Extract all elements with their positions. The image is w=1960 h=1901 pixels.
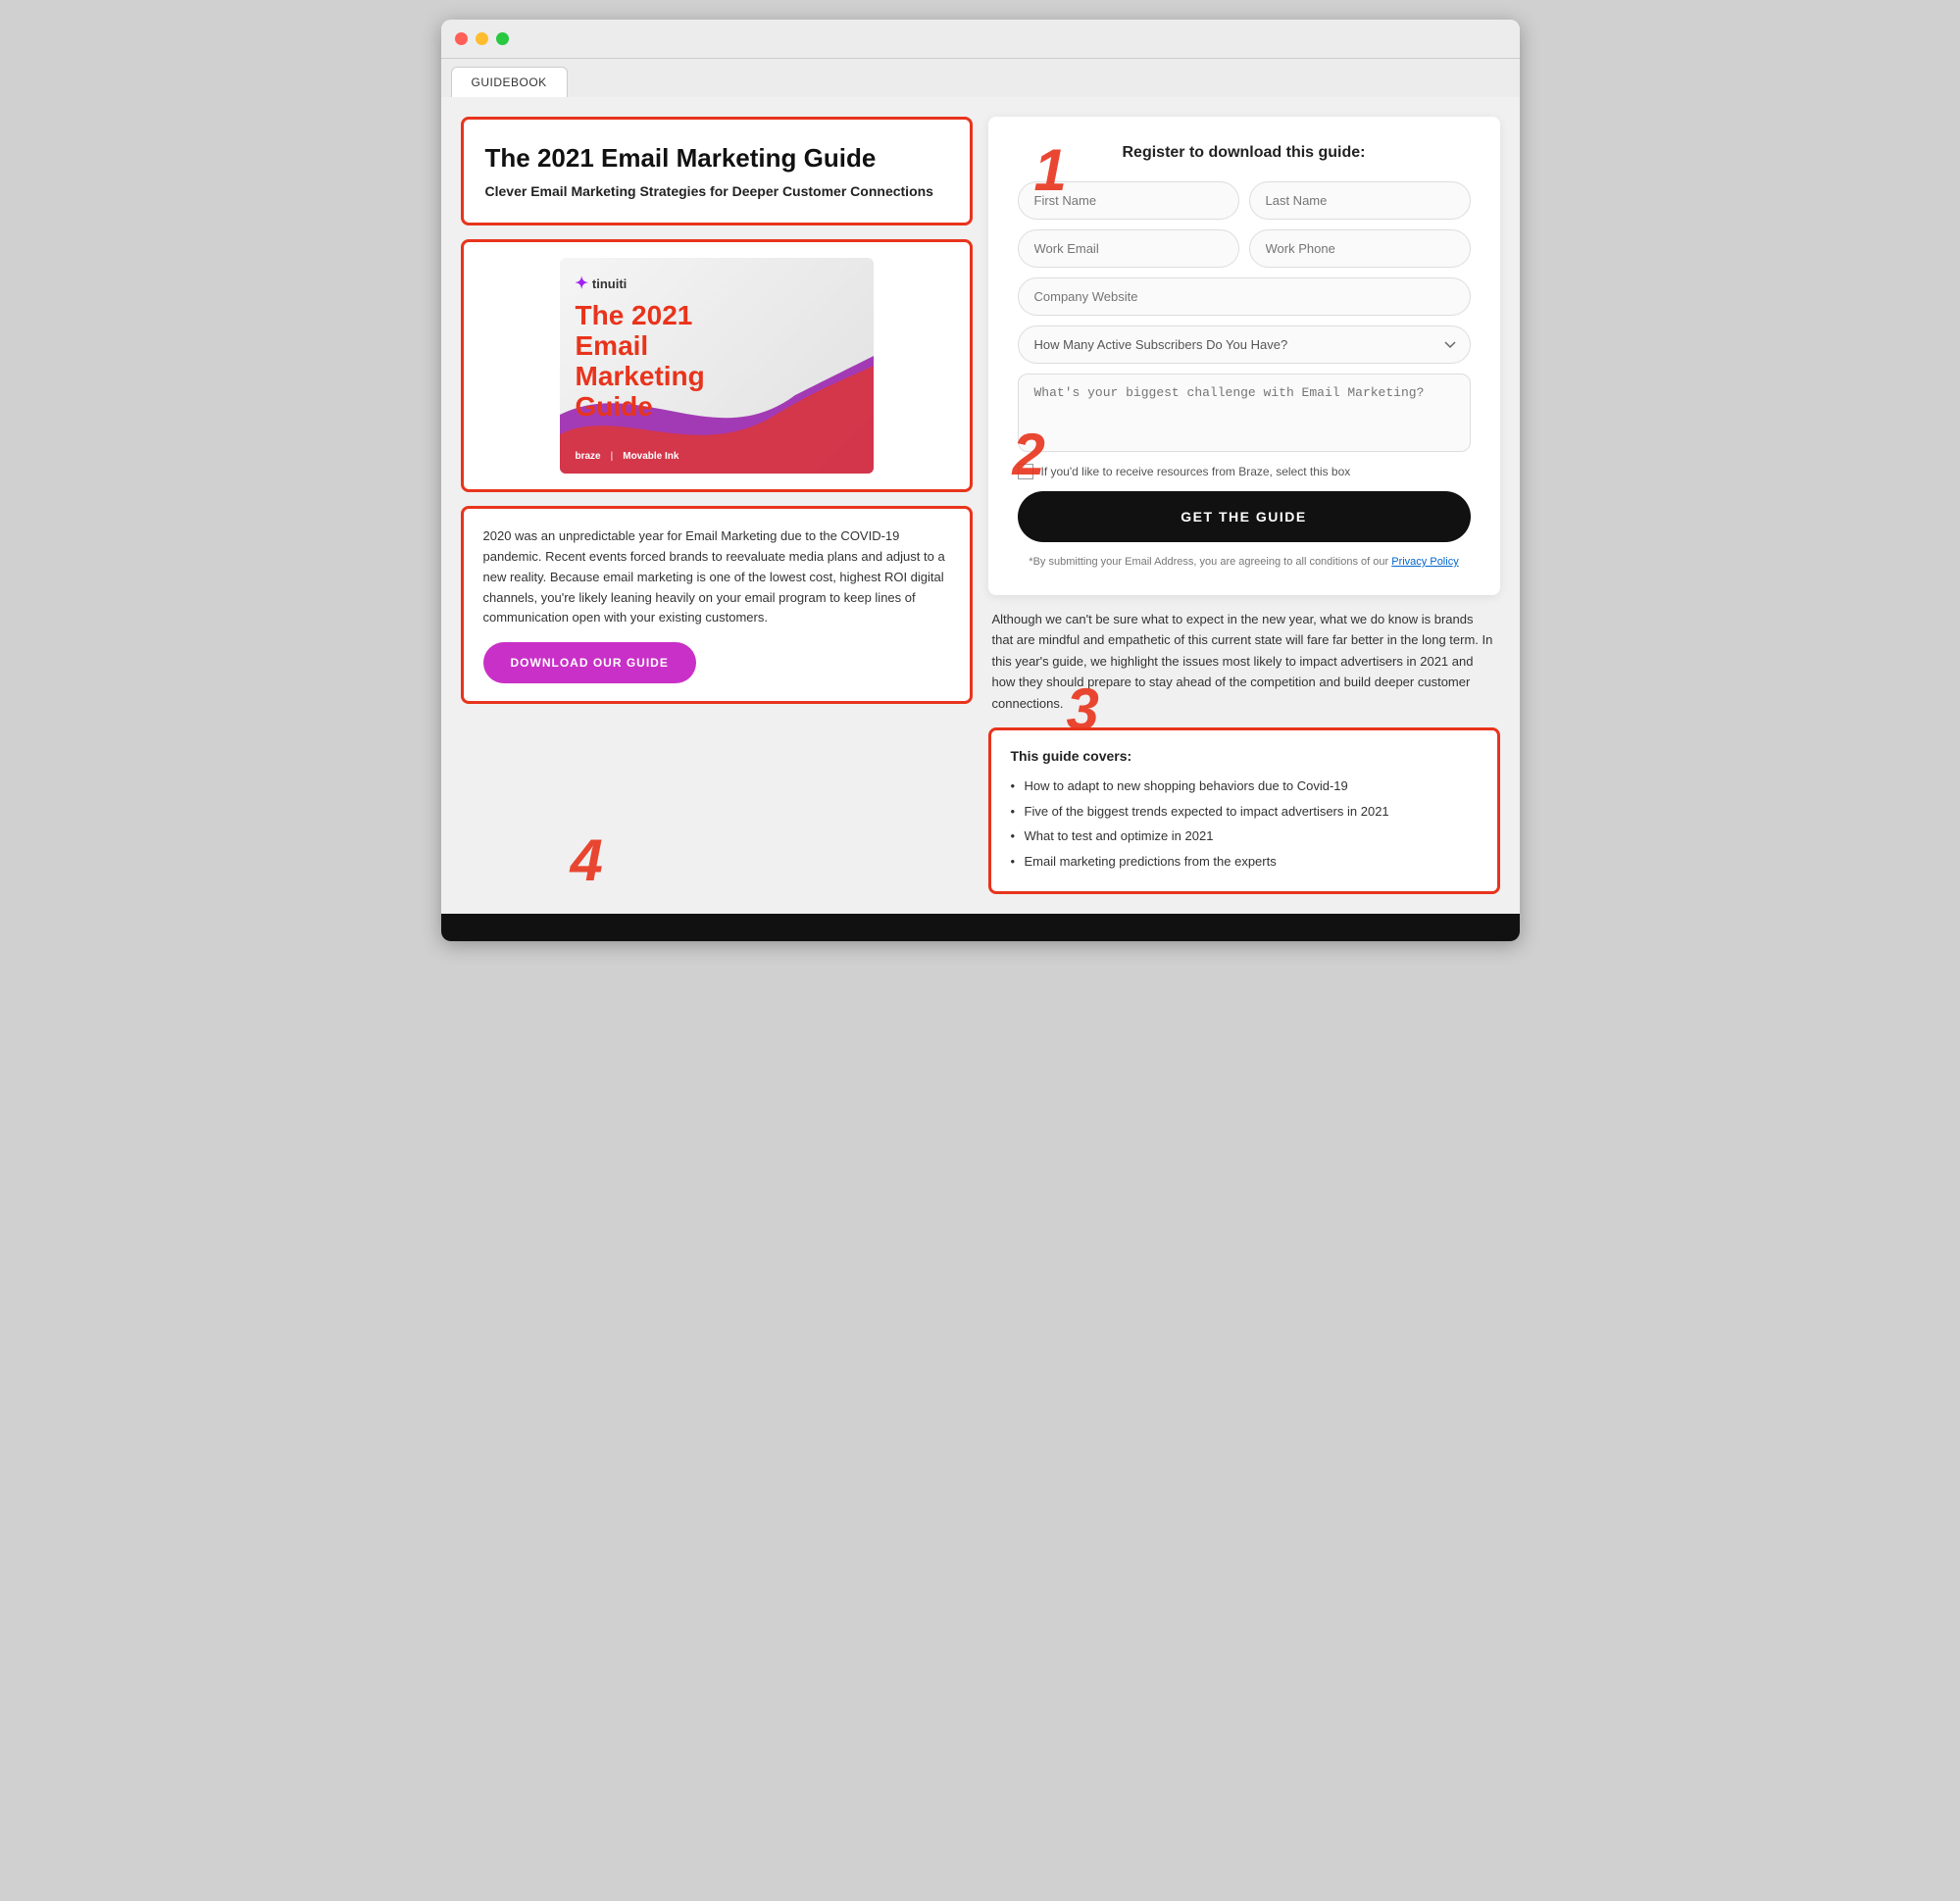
cover-title-line1: The 2021 — [576, 300, 693, 330]
subscribers-select[interactable]: How Many Active Subscribers Do You Have?… — [1018, 325, 1471, 364]
last-name-field — [1249, 181, 1471, 220]
logo-text: tinuiti — [592, 276, 627, 291]
cover-title-line2: Email — [576, 330, 649, 361]
checkbox-row: If you'd like to receive resources from … — [1018, 464, 1471, 479]
challenge-textarea[interactable] — [1018, 374, 1471, 452]
logo-dots: ✦ — [576, 274, 588, 293]
body-text: Although we can't be sure what to expect… — [992, 609, 1496, 714]
browser-window: GUIDEBOOK The 2021 Email Marketing Guide… — [441, 20, 1520, 941]
name-row — [1018, 181, 1471, 220]
company-website-field — [1018, 277, 1471, 316]
work-phone-input[interactable] — [1249, 229, 1471, 268]
braze-resources-checkbox[interactable] — [1018, 464, 1033, 479]
covers-item-2: Five of the biggest trends expected to i… — [1011, 799, 1478, 825]
challenge-field — [1018, 374, 1471, 452]
bottom-bar — [441, 914, 1520, 941]
right-column: Register to download this guide: — [988, 117, 1500, 894]
title-bar — [441, 20, 1520, 59]
cover-brand2: Movable Ink — [623, 451, 678, 462]
left-column: The 2021 Email Marketing Guide Clever Em… — [461, 117, 973, 894]
work-email-input[interactable] — [1018, 229, 1239, 268]
company-website-input[interactable] — [1018, 277, 1471, 316]
guide-title: The 2021 Email Marketing Guide — [485, 143, 948, 174]
tab-bar: GUIDEBOOK — [441, 59, 1520, 97]
cover-footer: braze | Movable Ink — [576, 451, 679, 462]
email-phone-row — [1018, 229, 1471, 268]
work-phone-field — [1249, 229, 1471, 268]
subscribers-row: How Many Active Subscribers Do You Have?… — [1018, 325, 1471, 364]
form-title: Register to download this guide: — [1018, 144, 1471, 162]
cover-title-line4: Guide — [576, 391, 653, 422]
covers-item-1: How to adapt to new shopping behaviors d… — [1011, 774, 1478, 799]
page-content: The 2021 Email Marketing Guide Clever Em… — [441, 97, 1520, 914]
guide-covers-box: This guide covers: How to adapt to new s… — [988, 727, 1500, 894]
download-guide-button[interactable]: DOWNLOAD OUR GUIDE — [483, 642, 696, 683]
cover-title-line3: Marketing — [576, 361, 705, 391]
body-text-box: Although we can't be sure what to expect… — [988, 609, 1500, 714]
privacy-note-text: *By submitting your Email Address, you a… — [1029, 556, 1388, 568]
covers-item-4: Email marketing predictions from the exp… — [1011, 849, 1478, 875]
cover-title: The 2021 Email Marketing Guide — [576, 301, 858, 422]
description-box: 2020 was an unpredictable year for Email… — [461, 506, 973, 704]
minimize-dot[interactable] — [476, 32, 488, 45]
first-name-input[interactable] — [1018, 181, 1239, 220]
subscribers-field: How Many Active Subscribers Do You Have?… — [1018, 325, 1471, 364]
form-box: Register to download this guide: — [988, 117, 1500, 595]
last-name-input[interactable] — [1249, 181, 1471, 220]
book-cover-box: ✦ tinuiti The 2021 Email Marketing Guide… — [461, 239, 973, 492]
title-box: The 2021 Email Marketing Guide Clever Em… — [461, 117, 973, 225]
close-dot[interactable] — [455, 32, 468, 45]
guidebook-tab[interactable]: GUIDEBOOK — [451, 67, 568, 97]
cover-divider: | — [611, 451, 614, 462]
maximize-dot[interactable] — [496, 32, 509, 45]
website-row — [1018, 277, 1471, 316]
first-name-field — [1018, 181, 1239, 220]
book-cover: ✦ tinuiti The 2021 Email Marketing Guide… — [560, 258, 874, 474]
privacy-policy-link[interactable]: Privacy Policy — [1391, 556, 1458, 568]
covers-item-3: What to test and optimize in 2021 — [1011, 824, 1478, 849]
checkbox-label: If you'd like to receive resources from … — [1041, 465, 1351, 478]
description-text: 2020 was an unpredictable year for Email… — [483, 526, 950, 628]
cover-logo: ✦ tinuiti — [576, 274, 858, 293]
privacy-note: *By submitting your Email Address, you a… — [1018, 556, 1471, 568]
work-email-field — [1018, 229, 1239, 268]
covers-list: How to adapt to new shopping behaviors d… — [1011, 774, 1478, 874]
guide-subtitle: Clever Email Marketing Strategies for De… — [485, 183, 948, 199]
cover-brand1: braze — [576, 451, 601, 462]
covers-title: This guide covers: — [1011, 748, 1478, 764]
get-guide-button[interactable]: GET THE GUIDE — [1018, 491, 1471, 542]
registration-form: How Many Active Subscribers Do You Have?… — [1018, 181, 1471, 568]
challenge-row — [1018, 374, 1471, 452]
